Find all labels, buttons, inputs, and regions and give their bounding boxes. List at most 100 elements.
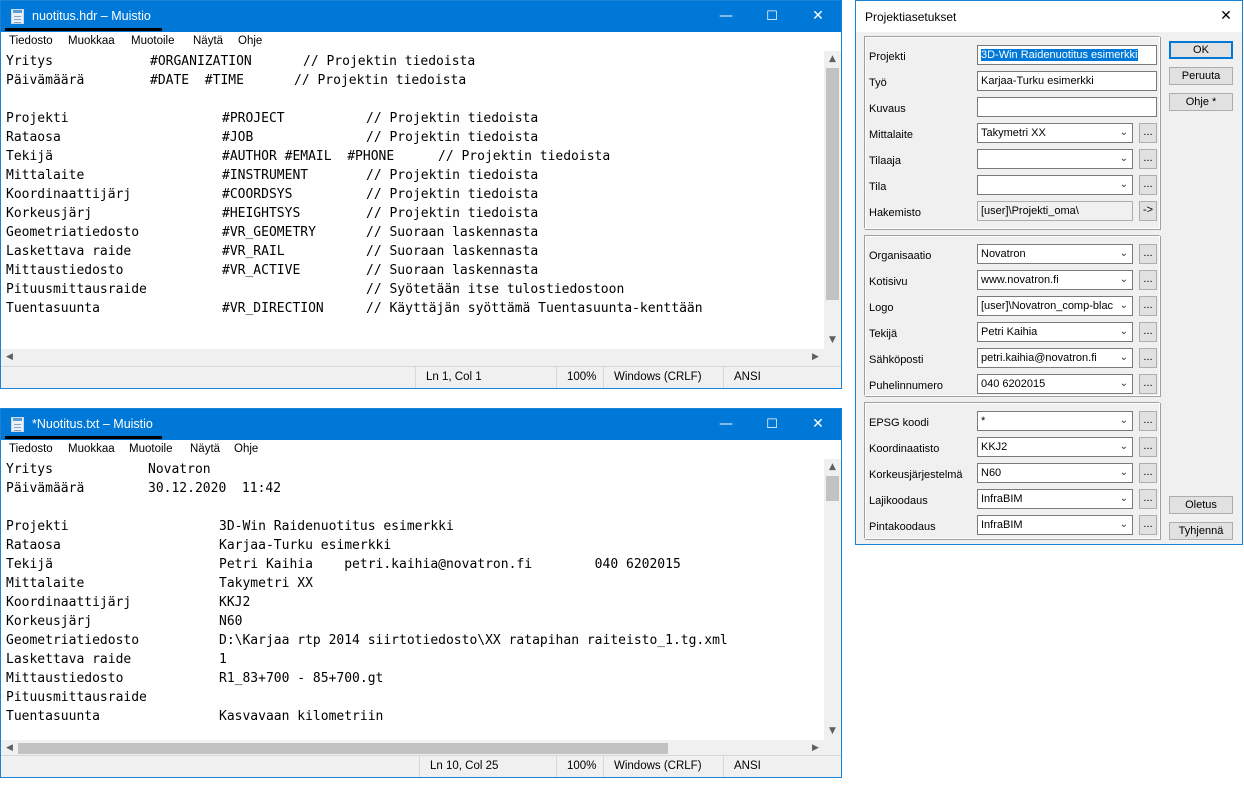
scroll-thumb[interactable]: [18, 743, 668, 754]
field-row: Organisaatio Novatron ⌄...: [865, 242, 1159, 268]
browse-button[interactable]: ...: [1139, 175, 1157, 195]
browse-button[interactable]: ...: [1139, 149, 1157, 169]
chevron-down-icon[interactable]: ⌄: [1120, 349, 1128, 367]
scroll-left-icon[interactable]: ◀: [1, 349, 18, 366]
text-segment: #PROJECT: [222, 111, 285, 126]
scroll-up-icon[interactable]: ▲: [824, 459, 841, 476]
clear-button[interactable]: Tyhjennä: [1169, 522, 1233, 540]
defaults-button[interactable]: Oletus: [1169, 496, 1233, 514]
scroll-up-icon[interactable]: ▲: [824, 51, 841, 68]
close-icon[interactable]: ✕: [795, 1, 841, 32]
combo-box[interactable]: N60 ⌄: [977, 463, 1133, 483]
vertical-scrollbar[interactable]: ▲ ▼: [824, 51, 841, 349]
browse-button[interactable]: ...: [1139, 322, 1157, 342]
menu-edit[interactable]: Muokkaa: [68, 443, 115, 455]
minimize-icon[interactable]: —: [703, 409, 749, 440]
chevron-down-icon[interactable]: ⌄: [1120, 464, 1128, 482]
chevron-down-icon[interactable]: ⌄: [1120, 323, 1128, 341]
menu-format[interactable]: Muotoile: [131, 35, 174, 47]
text-input[interactable]: Karjaa-Turku esimerkki: [977, 71, 1157, 91]
field-row: Koordinaatisto KKJ2 ⌄...: [865, 435, 1159, 461]
chevron-down-icon[interactable]: ⌄: [1120, 271, 1128, 289]
browse-button[interactable]: ...: [1139, 489, 1157, 509]
combo-box[interactable]: InfraBIM ⌄: [977, 515, 1133, 535]
menu-view[interactable]: Näytä: [190, 443, 220, 455]
combo-box[interactable]: 040 6202015 ⌄: [977, 374, 1133, 394]
combo-value: N60: [981, 467, 1002, 479]
scroll-right-icon[interactable]: ▶: [807, 349, 824, 366]
text-segment: Mittalaite: [6, 576, 85, 591]
text-input[interactable]: 3D-Win Raidenuotitus esimerkki: [977, 45, 1157, 65]
text-segment: // Projektin tiedoista: [366, 111, 539, 126]
help-button[interactable]: Ohje *: [1169, 93, 1233, 111]
text-segment: // Suoraan laskennasta: [366, 225, 539, 240]
chevron-down-icon[interactable]: ⌄: [1120, 490, 1128, 508]
combo-box[interactable]: ⌄: [977, 175, 1133, 195]
scroll-down-icon[interactable]: ▼: [824, 332, 841, 349]
combo-box[interactable]: www.novatron.fi ⌄: [977, 270, 1133, 290]
chevron-down-icon[interactable]: ⌄: [1120, 438, 1128, 456]
browse-button[interactable]: ...: [1139, 437, 1157, 457]
combo-box[interactable]: petri.kaihia@novatron.fi ⌄: [977, 348, 1133, 368]
combo-box[interactable]: Novatron ⌄: [977, 244, 1133, 264]
close-icon[interactable]: ✕: [1210, 1, 1242, 32]
horizontal-scrollbar[interactable]: ◀ ▶: [1, 349, 824, 366]
scroll-down-icon[interactable]: ▼: [824, 723, 841, 740]
combo-box[interactable]: Petri Kaihia ⌄: [977, 322, 1133, 342]
maximize-icon[interactable]: ☐: [749, 1, 795, 32]
combo-box[interactable]: ⌄: [977, 149, 1133, 169]
browse-button[interactable]: ...: [1139, 411, 1157, 431]
browse-button[interactable]: ...: [1139, 515, 1157, 535]
chevron-down-icon[interactable]: ⌄: [1120, 245, 1128, 263]
text-editor[interactable]: Yritys #ORGANIZATION // Projektin tiedoist…: [1, 51, 824, 349]
minimize-icon[interactable]: —: [703, 1, 749, 32]
combo-box[interactable]: [user]\Novatron_comp-blac ⌄: [977, 296, 1133, 316]
scroll-thumb[interactable]: [826, 68, 839, 300]
text-editor[interactable]: Yritys Novatron Päivämäärä 30.12.2020 11:42…: [1, 459, 824, 740]
menu-help[interactable]: Ohje: [234, 443, 258, 455]
browse-button[interactable]: ->: [1139, 201, 1157, 221]
combo-value: 040 6202015: [981, 378, 1046, 390]
scroll-thumb[interactable]: [826, 476, 839, 501]
combo-box[interactable]: Takymetri XX ⌄: [977, 123, 1133, 143]
combo-box[interactable]: KKJ2 ⌄: [977, 437, 1133, 457]
chevron-down-icon[interactable]: ⌄: [1120, 297, 1128, 315]
browse-button[interactable]: ...: [1139, 244, 1157, 264]
maximize-icon[interactable]: ☐: [749, 409, 795, 440]
menu-file[interactable]: Tiedosto: [9, 443, 53, 455]
text-segment: #COORDSYS: [222, 187, 293, 202]
combo-box[interactable]: InfraBIM ⌄: [977, 489, 1133, 509]
browse-button[interactable]: ...: [1139, 348, 1157, 368]
menu-file[interactable]: Tiedosto: [9, 35, 53, 47]
menu-help[interactable]: Ohje: [238, 35, 262, 47]
ok-button[interactable]: OK: [1169, 41, 1233, 59]
browse-button[interactable]: ...: [1139, 463, 1157, 483]
text-segment: Petri Kaihia petri.kaihia@novatron.fi 04…: [219, 557, 681, 572]
dialog-title-bar[interactable]: Projektiasetukset ✕: [856, 1, 1242, 32]
readonly-field[interactable]: [user]\Projekti_oma\: [977, 201, 1133, 221]
combo-value: Petri Kaihia: [981, 326, 1038, 338]
chevron-down-icon[interactable]: ⌄: [1120, 150, 1128, 168]
browse-button[interactable]: ...: [1139, 374, 1157, 394]
browse-button[interactable]: ...: [1139, 270, 1157, 290]
combo-box[interactable]: * ⌄: [977, 411, 1133, 431]
status-zoom: 100%: [556, 756, 603, 777]
chevron-down-icon[interactable]: ⌄: [1120, 516, 1128, 534]
text-input[interactable]: [977, 97, 1157, 117]
cancel-button[interactable]: Peruuta: [1169, 67, 1233, 85]
close-icon[interactable]: ✕: [795, 409, 841, 440]
menu-format[interactable]: Muotoile: [129, 443, 172, 455]
text-line: Geometriatiedosto #VR_GEOMETRY // Suoraan …: [6, 223, 824, 242]
combo-value: [user]\Novatron_comp-blac: [981, 300, 1114, 312]
title-bar[interactable]: *Nuotitus.txt – Muistio — ☐ ✕: [1, 409, 841, 440]
chevron-down-icon[interactable]: ⌄: [1120, 124, 1128, 142]
title-bar[interactable]: nuotitus.hdr – Muistio — ☐ ✕: [1, 1, 841, 32]
vertical-scrollbar[interactable]: ▲ ▼: [824, 459, 841, 740]
chevron-down-icon[interactable]: ⌄: [1120, 412, 1128, 430]
browse-button[interactable]: ...: [1139, 123, 1157, 143]
chevron-down-icon[interactable]: ⌄: [1120, 375, 1128, 393]
browse-button[interactable]: ...: [1139, 296, 1157, 316]
menu-edit[interactable]: Muokkaa: [68, 35, 115, 47]
chevron-down-icon[interactable]: ⌄: [1120, 176, 1128, 194]
menu-view[interactable]: Näytä: [193, 35, 223, 47]
